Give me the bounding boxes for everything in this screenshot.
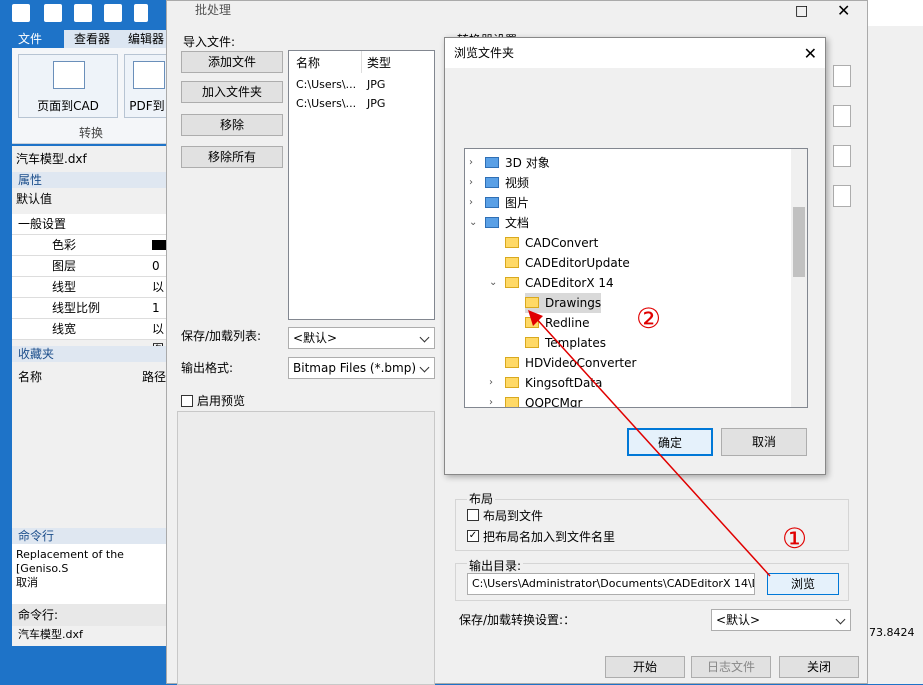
annotation-two: ②	[636, 302, 662, 335]
annotation-one: ①	[782, 522, 808, 555]
annotation-arrow	[528, 310, 771, 577]
